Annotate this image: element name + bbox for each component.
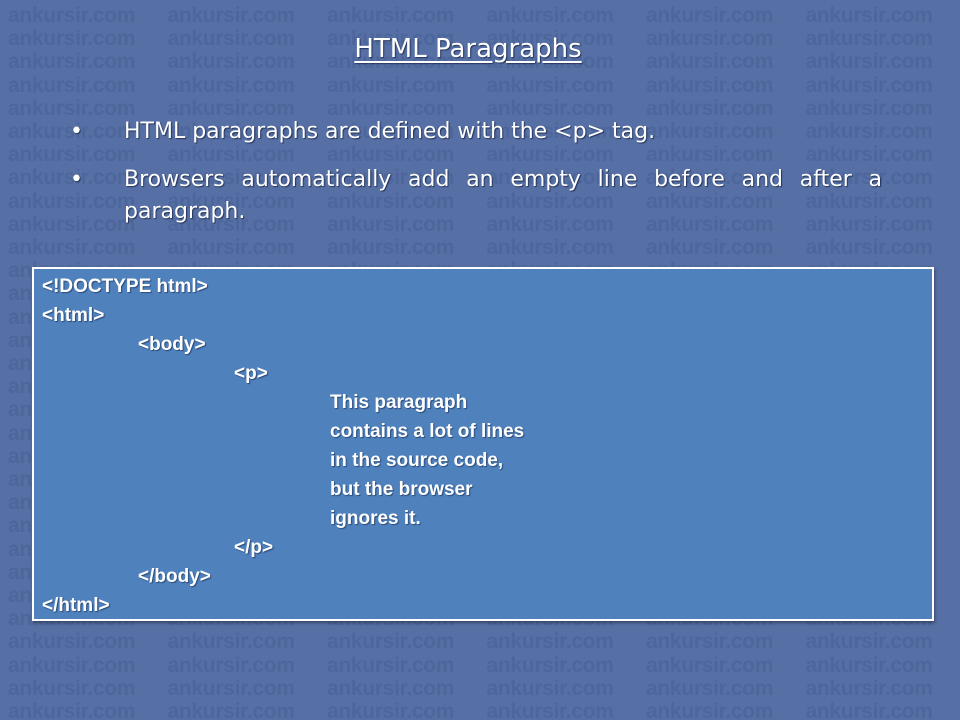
watermark-text: ankursir.com xyxy=(805,700,933,720)
watermark-text: ankursir.com xyxy=(805,630,933,654)
watermark-text: ankursir.com xyxy=(327,630,455,654)
watermark-text: ankursir.com xyxy=(805,73,933,97)
code-line: contains a lot of lines xyxy=(330,421,525,442)
code-line: <body> xyxy=(138,334,206,355)
watermark-text: ankursir.com xyxy=(646,653,774,677)
watermark-row: ankursir.com ankursir.com ankursir.com anku… xyxy=(8,630,960,654)
watermark-text: ankursir.com xyxy=(805,653,933,677)
bullet-text: Browsers automatically add an empty line… xyxy=(124,167,882,224)
watermark-text: ankursir.com xyxy=(167,4,295,27)
code-example-box: <!DOCTYPE html> <html> <body> <p> This parag… xyxy=(32,267,934,621)
watermark-row: ankursir.com ankursir.com ankursir.com anku… xyxy=(8,677,960,701)
watermark-text: ankursir.com xyxy=(167,73,295,97)
code-line: </body> xyxy=(138,566,211,587)
watermark-text: ankursir.com xyxy=(646,630,774,654)
watermark-text: ankursir.com xyxy=(8,630,136,654)
watermark-text: ankursir.com xyxy=(646,4,774,27)
watermark-text: ankursir.com xyxy=(805,4,933,27)
bullet-text: HTML paragraphs are defined with the <p>… xyxy=(124,119,656,144)
watermark-text: ankursir.com xyxy=(327,653,455,677)
watermark-text: ankursir.com xyxy=(486,676,614,700)
watermark-text: ankursir.com xyxy=(805,676,933,700)
code-line: <p> xyxy=(234,363,268,384)
watermark-text: ankursir.com xyxy=(327,676,455,700)
watermark-text: ankursir.com xyxy=(486,4,614,27)
watermark-text: ankursir.com xyxy=(8,700,136,720)
bullet-item: • HTML paragraphs are defined with the <… xyxy=(70,116,882,148)
watermark-text: ankursir.com xyxy=(486,630,614,654)
watermark-row: ankursir.com ankursir.com ankursir.com anku… xyxy=(8,700,960,720)
watermark-text: ankursir.com xyxy=(327,73,455,97)
watermark-row: ankursir.com ankursir.com ankursir.com anku… xyxy=(8,74,960,98)
watermark-text: ankursir.com xyxy=(8,676,136,700)
watermark-text: ankursir.com xyxy=(167,676,295,700)
code-line: <html> xyxy=(42,305,105,326)
bullet-mark: • xyxy=(70,119,83,144)
watermark-text: ankursir.com xyxy=(486,700,614,720)
slide-title: HTML Paragraphs xyxy=(354,34,582,64)
watermark-text: ankursir.com xyxy=(167,653,295,677)
code-line: <!DOCTYPE html> xyxy=(42,276,208,297)
code-line: </html> xyxy=(42,595,110,616)
code-line: in the source code, xyxy=(330,450,504,471)
watermark-text: ankursir.com xyxy=(8,4,136,27)
watermark-row: ankursir.com ankursir.com ankursir.com anku… xyxy=(8,4,960,28)
bullet-item: • Browsers automatically add an empty li… xyxy=(70,164,882,228)
watermark-text: ankursir.com xyxy=(327,4,455,27)
watermark-text: ankursir.com xyxy=(646,676,774,700)
watermark-row: ankursir.com ankursir.com ankursir.com anku… xyxy=(8,654,960,678)
watermark-text: ankursir.com xyxy=(327,700,455,720)
watermark-text: ankursir.com xyxy=(646,73,774,97)
watermark-text: ankursir.com xyxy=(167,700,295,720)
watermark-text: ankursir.com xyxy=(167,630,295,654)
code-line: ignores it. xyxy=(330,508,421,529)
watermark-text: ankursir.com xyxy=(646,700,774,720)
bullet-mark: • xyxy=(70,167,83,192)
watermark-text: ankursir.com xyxy=(486,653,614,677)
watermark-text: ankursir.com xyxy=(8,653,136,677)
code-line: </p> xyxy=(234,537,274,558)
bullet-list: • HTML paragraphs are defined with the <… xyxy=(70,116,882,244)
watermark-text: ankursir.com xyxy=(8,73,136,97)
watermark-text: ankursir.com xyxy=(486,73,614,97)
code-line: This paragraph xyxy=(330,392,468,413)
code-line: but the browser xyxy=(330,479,473,500)
